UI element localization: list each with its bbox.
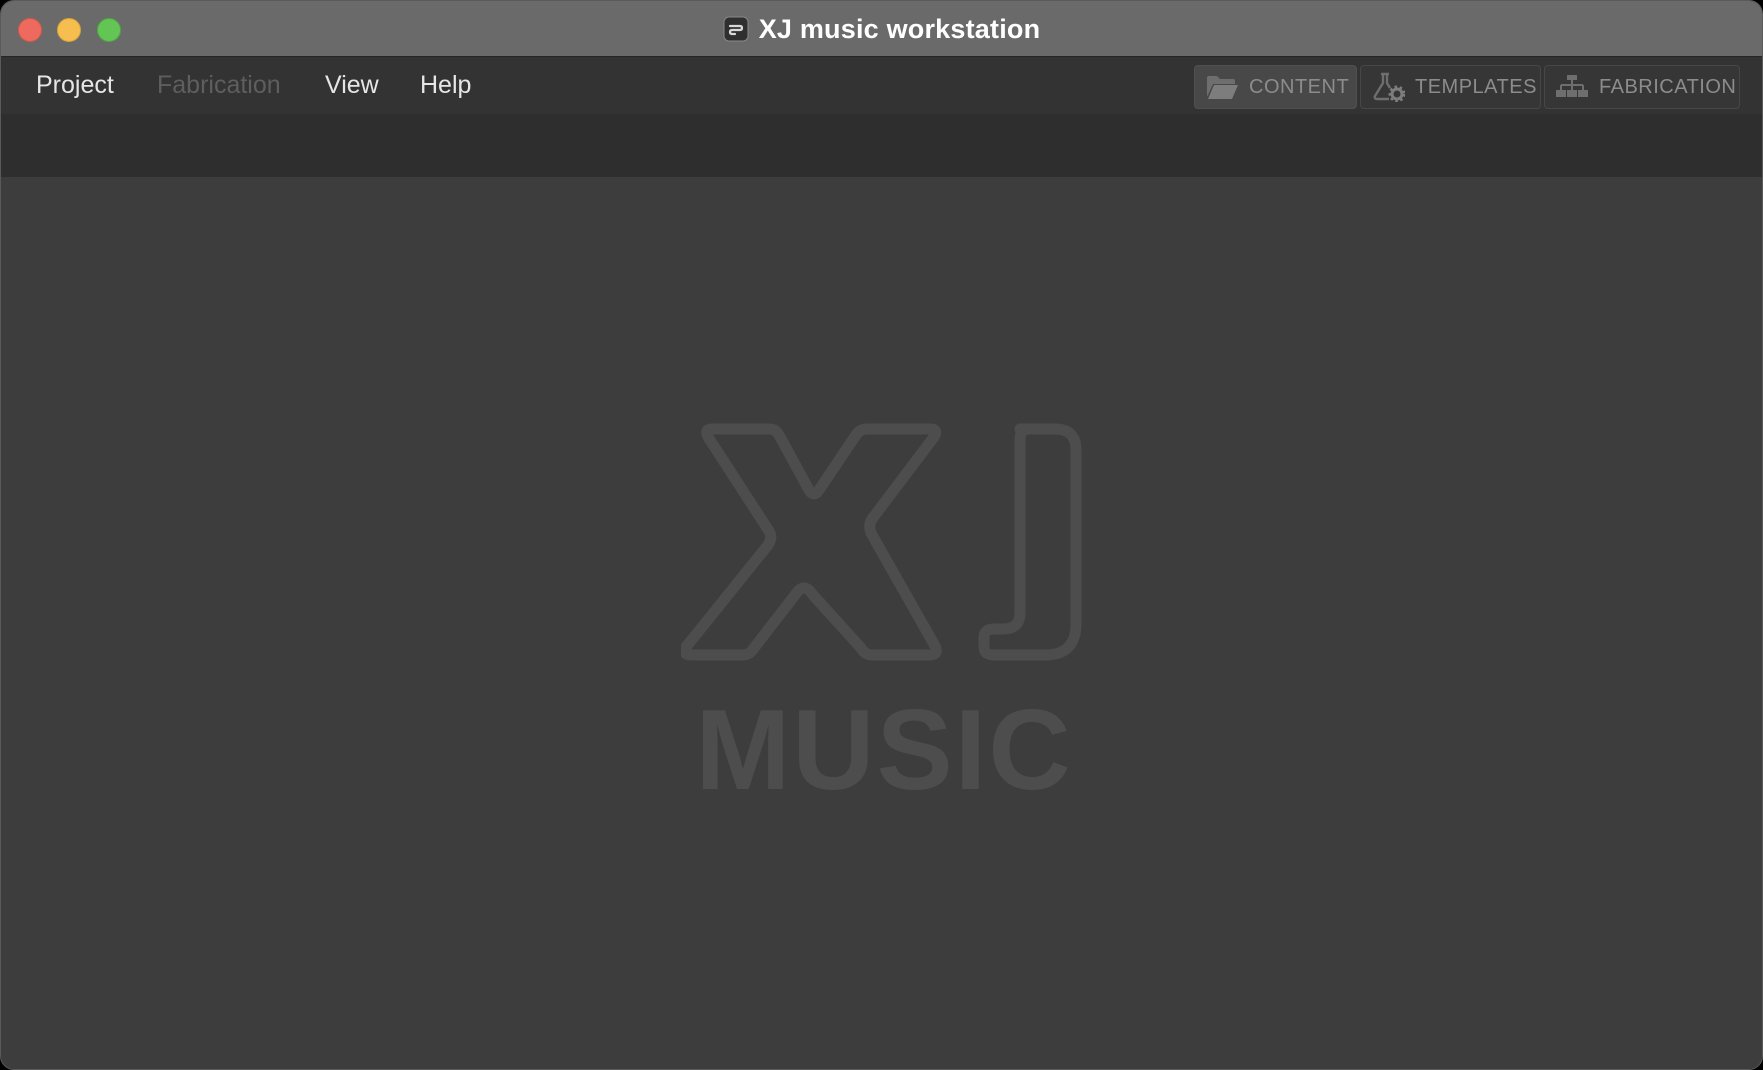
menu-project[interactable]: Project: [36, 57, 114, 114]
main-content: MUSIC: [1, 177, 1762, 1069]
window-title: XJ music workstation: [758, 13, 1041, 44]
templates-nav-label: TEMPLATES: [1415, 75, 1537, 98]
logo-x-shape: [681, 423, 942, 661]
logo-wordmark: MUSIC: [695, 687, 1072, 814]
title-bar[interactable]: XJ music workstation: [1, 1, 1762, 57]
window-title-group: XJ music workstation: [1, 1, 1762, 57]
app-window: XJ music workstation Project Fabrication…: [0, 0, 1763, 1070]
menu-help[interactable]: Help: [420, 57, 471, 114]
content-nav-button[interactable]: CONTENT: [1194, 65, 1357, 109]
flask-gear-icon: [1373, 72, 1405, 102]
menu-fabrication[interactable]: Fabrication: [157, 57, 281, 114]
fabrication-nav-label: FABRICATION: [1599, 75, 1737, 98]
xj-music-logo: MUSIC: [681, 423, 1082, 814]
logo-j-shape: [978, 423, 1082, 661]
menu-view[interactable]: View: [325, 57, 379, 114]
menu-bar: Project Fabrication View Help CONTENT TE…: [1, 57, 1762, 114]
hierarchy-icon: [1556, 75, 1588, 97]
fabrication-nav-button[interactable]: FABRICATION: [1544, 65, 1740, 109]
folder-icon: [1207, 76, 1238, 99]
templates-nav-button[interactable]: TEMPLATES: [1360, 65, 1541, 109]
app-icon: [723, 16, 749, 42]
toolbar: [1, 114, 1762, 177]
content-nav-label: CONTENT: [1249, 75, 1350, 98]
